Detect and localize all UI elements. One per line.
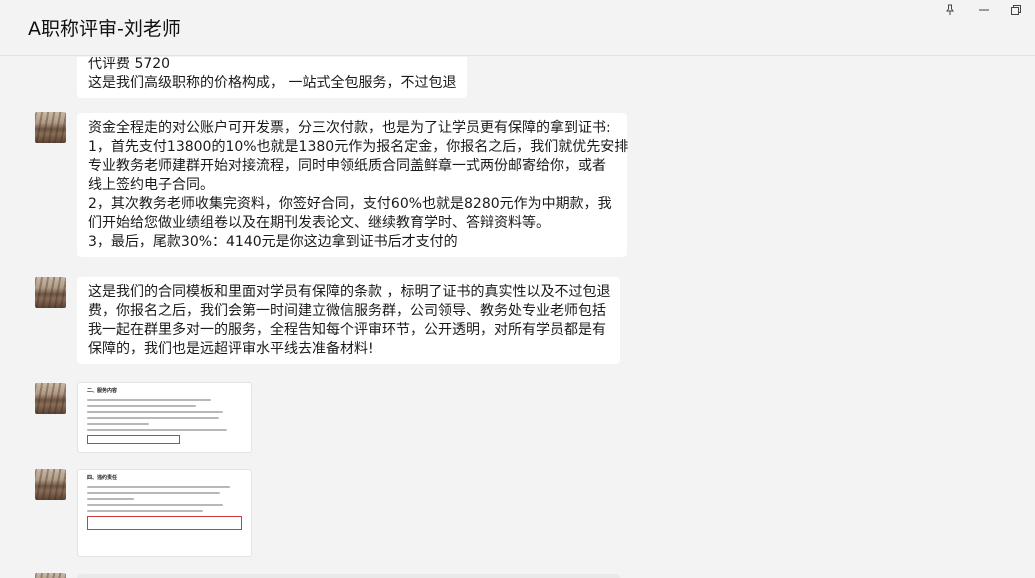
restore-button[interactable] xyxy=(1000,0,1032,20)
message-line: 我一起在群里多对一的服务，全程告知每个评审环节，公开透明，对所有学员都是有 xyxy=(88,322,606,338)
message-bubble[interactable]: 资金全程走的对公账户可开发票，分三次付款，也是为了让学员更有保障的拿到证书: 1… xyxy=(77,113,629,257)
pin-icon xyxy=(946,4,954,15)
message-line: 们开始给您做业绩组卷以及在期刊发表论文、继续教育学时、答辩资料等。 xyxy=(88,215,550,231)
avatar[interactable] xyxy=(35,573,66,578)
avatar[interactable] xyxy=(35,469,66,500)
title-bar: A职称评审-刘老师 xyxy=(0,0,1035,56)
image-text-line xyxy=(87,405,196,407)
avatar[interactable] xyxy=(35,383,66,414)
message-line: 这是我们高级职称的价格构成， 一站式全包服务，不过包退 xyxy=(88,75,457,91)
message-line: 3，最后，尾款30%：4140元是你这边拿到证书后才支付的 xyxy=(88,234,458,250)
image-text-line xyxy=(87,411,224,413)
message-line: 资金全程走的对公账户可开发票，分三次付款，也是为了让学员更有保障的拿到证书: xyxy=(88,120,611,136)
image-text-line xyxy=(87,510,204,512)
message-line: 这是我们的合同模板和里面对学员有保障的条款 ，标明了证书的真实性以及不过包退 xyxy=(88,284,611,300)
image-highlight-box xyxy=(87,516,242,530)
message-line: 专业教务老师建群开始对接流程，同时申领纸质合同盖鲜章一式两份邮寄给你，或者 xyxy=(88,158,606,174)
image-text-line xyxy=(87,504,224,506)
message-line: 代评费 5720 xyxy=(88,57,171,72)
image-text-line xyxy=(87,492,221,494)
message-bubble[interactable] xyxy=(77,574,620,578)
image-message[interactable]: 二、服务内容 xyxy=(77,382,252,453)
message-line: 保障的，我们也是远超评审水平线去准备材料! xyxy=(88,341,374,357)
image-heading: 四、违约责任 xyxy=(87,475,118,481)
image-text-line xyxy=(87,486,230,488)
image-heading: 二、服务内容 xyxy=(87,388,118,394)
minimize-icon xyxy=(979,9,989,11)
message-line: 线上签约电子合同。 xyxy=(88,177,214,193)
image-text-line xyxy=(87,498,134,500)
pin-button[interactable] xyxy=(934,0,966,20)
restore-icon xyxy=(1011,5,1021,15)
message-line: 1，首先支付13800的10%也就是1380元作为报名定金，你报名之后，我们就优… xyxy=(88,139,629,155)
image-text-line xyxy=(87,423,149,425)
image-highlight-box xyxy=(87,435,180,444)
chat-title: A职称评审-刘老师 xyxy=(28,18,181,40)
image-message[interactable]: 四、违约责任 xyxy=(77,469,252,557)
avatar[interactable] xyxy=(35,277,66,308)
message-bubble[interactable]: 这是我们的合同模板和里面对学员有保障的条款 ，标明了证书的真实性以及不过包退 费… xyxy=(77,277,620,364)
image-text-line xyxy=(87,429,227,431)
message-line: 2，其次教务老师收集完资料，你签好合同，支付60%也就是8280元作为中期款，我 xyxy=(88,196,612,212)
avatar[interactable] xyxy=(35,112,66,143)
minimize-button[interactable] xyxy=(968,0,1000,20)
image-text-line xyxy=(87,399,211,401)
message-bubble[interactable]: 代评费 5720 这是我们高级职称的价格构成， 一站式全包服务，不过包退 xyxy=(77,57,468,98)
chat-area[interactable]: 代评费 5720 这是我们高级职称的价格构成， 一站式全包服务，不过包退 资金全… xyxy=(0,57,1035,578)
message-line: 费，你报名之后，我们会第一时间建立微信服务群，公司领导、教务处专业老师包括 xyxy=(88,303,606,319)
image-text-line xyxy=(87,417,219,419)
